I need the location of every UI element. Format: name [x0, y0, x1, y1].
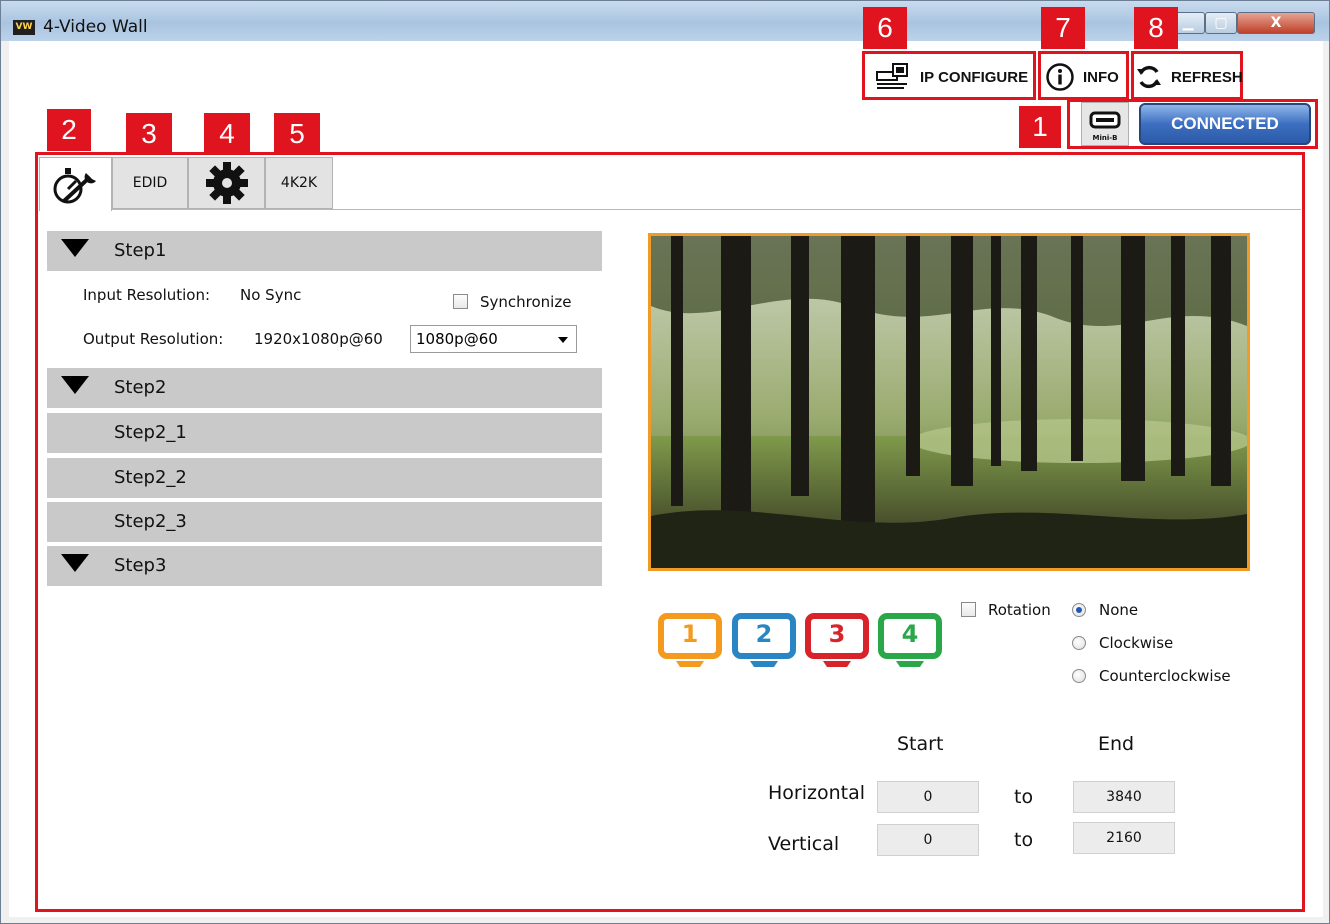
step2-2-item[interactable]: Step2_2	[47, 458, 602, 498]
callout-7: 7	[1041, 7, 1085, 49]
refresh-icon	[1137, 65, 1161, 89]
step2-header[interactable]: Step2	[47, 368, 602, 408]
rotation-counterclockwise-radio[interactable]	[1072, 669, 1086, 683]
rotation-clockwise-radio[interactable]	[1072, 636, 1086, 650]
monitor-1-button[interactable]: 1	[658, 613, 722, 669]
wrench-dial-icon	[53, 167, 96, 203]
rotation-none-label: None	[1099, 601, 1139, 619]
step3-header[interactable]: Step3	[47, 546, 602, 586]
rotation-none-radio[interactable]	[1072, 603, 1086, 617]
callout-5: 5	[274, 113, 320, 155]
callout-1: 1	[1019, 106, 1061, 148]
synchronize-checkbox[interactable]	[453, 294, 468, 309]
output-resolution-select[interactable]: 1080p@60	[410, 325, 577, 353]
info-button[interactable]: INFO	[1045, 61, 1119, 93]
refresh-button[interactable]: REFRESH	[1135, 61, 1243, 93]
tab-4k2k-label: 4K2K	[280, 175, 318, 191]
video-preview	[648, 233, 1250, 571]
output-resolution-label: Output Resolution:	[83, 330, 224, 348]
close-button[interactable]: X	[1237, 12, 1315, 34]
close-icon: X	[1270, 15, 1282, 31]
monitor-3-number: 3	[828, 620, 846, 648]
title-bar[interactable]: VW 4-Video Wall ▁ ▢ X	[1, 1, 1329, 41]
tab-strip-line	[39, 209, 1301, 210]
collapse-triangle-icon	[61, 239, 89, 257]
rotation-checkbox[interactable]	[961, 602, 976, 617]
synchronize-label: Synchronize	[480, 293, 572, 311]
horizontal-start-field[interactable]: 0	[877, 781, 979, 813]
tab-4k2k[interactable]: 4K2K	[265, 157, 333, 209]
callout-6: 6	[863, 7, 907, 49]
monitor-2-button[interactable]: 2	[732, 613, 796, 669]
info-label: INFO	[1083, 68, 1119, 86]
step1-header[interactable]: Step1	[47, 231, 602, 271]
horizontal-to-label: to	[1014, 786, 1034, 808]
callout-2: 2	[47, 109, 91, 151]
step2-3-label: Step2_3	[114, 511, 187, 532]
step1-label: Step1	[114, 240, 167, 261]
app-window: VW 4-Video Wall ▁ ▢ X IP CONFIGURE INFO	[0, 0, 1330, 924]
maximize-icon: ▢	[1214, 15, 1228, 31]
ip-configure-label: IP CONFIGURE	[920, 68, 1029, 86]
chevron-down-icon	[558, 337, 568, 343]
step2-1-item[interactable]: Step2_1	[47, 413, 602, 453]
tab-edid-label: EDID	[132, 175, 168, 191]
step2-3-item[interactable]: Step2_3	[47, 502, 602, 542]
end-header: End	[1098, 733, 1135, 755]
window-title: 4-Video Wall	[43, 17, 148, 37]
vertical-end-field[interactable]: 2160	[1073, 822, 1175, 854]
collapse-triangle-icon	[61, 376, 89, 394]
info-icon	[1046, 63, 1074, 91]
monitor-4-number: 4	[901, 620, 919, 648]
horizontal-end-field[interactable]: 3840	[1073, 781, 1175, 813]
collapse-triangle-icon	[61, 554, 89, 572]
maximize-button[interactable]: ▢	[1205, 12, 1237, 34]
horizontal-label: Horizontal	[768, 782, 866, 804]
callout-8: 8	[1134, 7, 1178, 49]
monitor-3-button[interactable]: 3	[805, 613, 869, 669]
ip-configure-button[interactable]: IP CONFIGURE	[874, 61, 1028, 93]
output-resolution-selected: 1080p@60	[416, 330, 498, 348]
usb-port-caption: Mini-B	[1092, 134, 1118, 142]
tab-edid[interactable]: EDID	[112, 157, 188, 209]
input-resolution-label: Input Resolution:	[83, 286, 211, 304]
monitor-4-button[interactable]: 4	[878, 613, 942, 669]
usb-port-button[interactable]: Mini-B	[1081, 102, 1129, 146]
connection-status-button[interactable]: CONNECTED	[1139, 103, 1311, 145]
forest-preview-image	[651, 236, 1247, 568]
rotation-clockwise-label: Clockwise	[1099, 634, 1174, 652]
step2-label: Step2	[114, 377, 167, 398]
callout-3: 3	[126, 113, 172, 155]
refresh-label: REFRESH	[1171, 68, 1243, 86]
start-header: Start	[897, 733, 944, 755]
rotation-label: Rotation	[988, 601, 1051, 619]
input-resolution-value: No Sync	[240, 286, 302, 304]
network-icon	[876, 63, 908, 89]
monitor-2-number: 2	[755, 620, 773, 648]
output-resolution-value: 1920x1080p@60	[254, 330, 383, 348]
vertical-to-label: to	[1014, 829, 1034, 851]
app-logo-icon: VW	[13, 20, 35, 35]
tab-video-wall-setup[interactable]	[39, 157, 112, 211]
step2-2-label: Step2_2	[114, 467, 187, 488]
step2-1-label: Step2_1	[114, 422, 187, 443]
gear-icon	[205, 162, 248, 204]
callout-4: 4	[204, 113, 250, 155]
monitor-1-number: 1	[681, 620, 699, 648]
tab-settings[interactable]	[188, 157, 265, 209]
step3-label: Step3	[114, 555, 167, 576]
vertical-start-field[interactable]: 0	[877, 824, 979, 856]
vertical-label: Vertical	[768, 833, 840, 855]
rotation-counterclockwise-label: Counterclockwise	[1099, 667, 1231, 685]
